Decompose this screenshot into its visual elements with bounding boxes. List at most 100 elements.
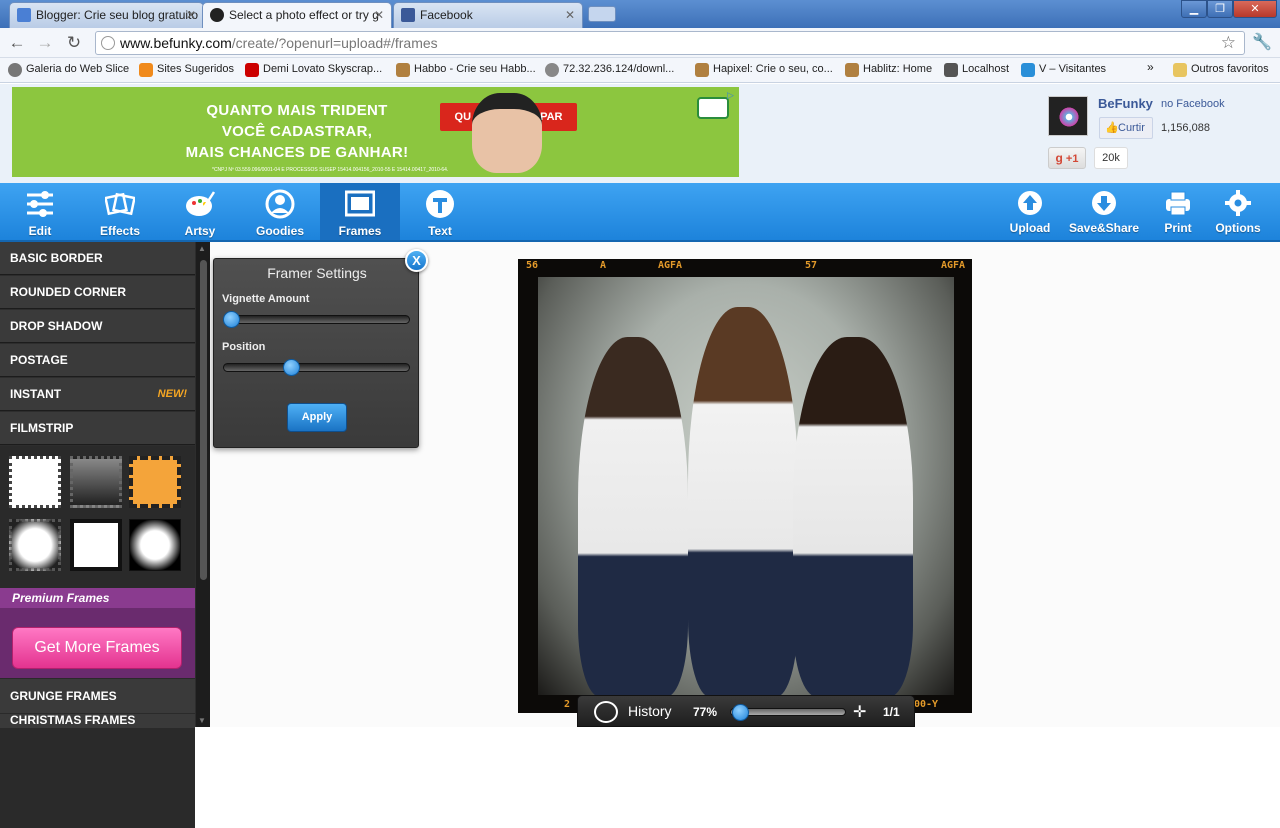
- bookmark-item[interactable]: Hablitz: Home: [845, 63, 932, 77]
- premium-frames-header: Premium Frames: [0, 588, 195, 608]
- more-bookmarks-chevron-icon[interactable]: »: [1147, 60, 1154, 74]
- new-badge: NEW!: [157, 388, 187, 400]
- frame-thumb-vignette[interactable]: [129, 519, 181, 571]
- google-plus-one-button[interactable]: g +1: [1048, 147, 1086, 169]
- history-clock-icon[interactable]: [594, 701, 618, 723]
- frame-thumb-filmstrip[interactable]: [9, 519, 61, 571]
- fb-page-name[interactable]: BeFunky: [1098, 96, 1153, 111]
- tab-close-icon[interactable]: ✕: [565, 3, 575, 27]
- film-edge-text: 57: [805, 260, 818, 271]
- befunky-logo-icon: [1048, 96, 1088, 136]
- forward-arrow-icon[interactable]: →: [34, 32, 56, 54]
- tool-effects[interactable]: Effects: [80, 183, 160, 240]
- photos-stack-icon: [105, 192, 135, 216]
- frame-thumb-black-border[interactable]: [70, 519, 122, 571]
- fb-like-button[interactable]: 👍 Curtir: [1099, 117, 1153, 139]
- bookmark-item[interactable]: V – Visitantes: [1021, 63, 1107, 77]
- frame-thumb-orange[interactable]: [129, 456, 181, 508]
- wrench-menu-icon[interactable]: 🔧: [1252, 32, 1272, 52]
- tool-edit[interactable]: Edit: [0, 183, 80, 240]
- bookmark-label: V – Visitantes: [1039, 63, 1107, 75]
- fb-suffix: no Facebook: [1161, 98, 1225, 110]
- back-arrow-icon[interactable]: ←: [6, 32, 28, 54]
- apply-button[interactable]: Apply: [287, 403, 347, 432]
- film-edge-text: AGFA: [658, 260, 683, 271]
- zoom-slider-knob[interactable]: [731, 704, 749, 721]
- vignette-slider[interactable]: [223, 315, 410, 324]
- maximize-button[interactable]: ❐: [1207, 0, 1233, 18]
- adchoices-icon[interactable]: ▷: [727, 90, 739, 102]
- new-tab-button[interactable]: [588, 6, 616, 22]
- ad-headline: QUANTO MAIS TRIDENT VOCÊ CADASTRAR, MAIS…: [152, 100, 442, 163]
- bookmark-item[interactable]: Demi Lovato Skyscrap...: [245, 63, 383, 77]
- url-input[interactable]: www.befunky.com/create/?openurl=upload#/…: [95, 31, 1245, 55]
- tab-close-icon[interactable]: ✕: [186, 3, 196, 27]
- category-rounded-corner[interactable]: ROUNDED CORNER: [0, 276, 195, 309]
- ad-line: MAIS CHANCES DE GANHAR!: [185, 144, 409, 161]
- tool-label: Upload: [1009, 221, 1051, 235]
- trident-logo-icon: [697, 97, 729, 119]
- page-count: 1/1: [883, 705, 900, 719]
- tab-close-icon[interactable]: ✕: [374, 3, 384, 27]
- scroll-up-icon[interactable]: ▲: [198, 244, 206, 253]
- category-filmstrip[interactable]: FILMSTRIP: [0, 412, 195, 445]
- photo-person-right: [793, 337, 913, 695]
- bookmark-label: Demi Lovato Skyscrap...: [263, 63, 383, 75]
- tool-label: Edit: [28, 224, 52, 238]
- bookmark-item[interactable]: Galeria do Web Slice: [8, 63, 129, 77]
- tab-blogger[interactable]: Blogger: Crie seu blog gratuito ✕: [9, 2, 204, 28]
- scroll-down-icon[interactable]: ▼: [198, 716, 206, 725]
- tool-label: Frames: [338, 224, 382, 238]
- film-edge-text: 56: [526, 260, 539, 271]
- bookmark-item[interactable]: 72.32.236.124/downl...: [545, 63, 674, 77]
- edited-photo[interactable]: 56 A AGFA 57 AGFA 2 00-Y: [518, 259, 972, 713]
- film-edge-text: 00-Y: [914, 699, 939, 710]
- bookmark-item[interactable]: Localhost: [944, 63, 1009, 77]
- frame-thumb-white[interactable]: [9, 456, 61, 508]
- film-edge-text: 2: [564, 699, 571, 710]
- bookmark-item[interactable]: Sites Sugeridos: [139, 63, 234, 77]
- tab-befunky[interactable]: Select a photo effect or try g ✕: [202, 2, 392, 28]
- category-instant[interactable]: INSTANT NEW!: [0, 378, 195, 411]
- position-slider[interactable]: [223, 363, 410, 372]
- like-label: Curtir: [1118, 122, 1145, 134]
- gplus-count: 20k: [1094, 147, 1128, 169]
- category-postage[interactable]: POSTAGE: [0, 344, 195, 377]
- tab-title: Select a photo effect or try g: [229, 8, 379, 22]
- tool-options[interactable]: Options: [1198, 183, 1278, 240]
- other-bookmarks-folder[interactable]: Outros favoritos: [1173, 63, 1269, 77]
- category-drop-shadow[interactable]: DROP SHADOW: [0, 310, 195, 343]
- frame-thumb-gray[interactable]: [70, 456, 122, 508]
- position-slider-knob[interactable]: [282, 359, 300, 376]
- ad-fine-print: *CNPJ Nº 03.559.096/0001-04 E PROCESSOS …: [212, 167, 449, 173]
- befunky-favicon-icon: [210, 8, 224, 22]
- minimize-button[interactable]: ▁: [1181, 0, 1207, 18]
- reload-icon[interactable]: ↻: [63, 32, 85, 54]
- bookmark-item[interactable]: Habbo - Crie seu Habb...: [396, 63, 536, 77]
- sidebar-scrollbar-thumb[interactable]: [200, 260, 207, 580]
- bookmark-item[interactable]: Hapixel: Crie o seu, co...: [695, 63, 833, 77]
- get-more-frames-button[interactable]: Get More Frames: [12, 627, 182, 669]
- tool-goodies[interactable]: Goodies: [240, 183, 320, 240]
- fit-to-screen-icon[interactable]: ✛: [853, 702, 866, 722]
- category-basic-border[interactable]: BASIC BORDER: [0, 242, 195, 275]
- tool-label: Artsy: [184, 224, 216, 238]
- facebook-favicon-icon: [401, 8, 415, 22]
- tool-text[interactable]: Text: [400, 183, 480, 240]
- window-close-button[interactable]: ✕: [1233, 0, 1277, 18]
- trident-banner-ad[interactable]: QUANTO MAIS TRIDENT VOCÊ CADASTRAR, MAIS…: [12, 87, 739, 177]
- category-christmas-frames[interactable]: CHRISTMAS FRAMES: [0, 714, 195, 728]
- tool-upload[interactable]: Upload: [990, 183, 1070, 240]
- tool-save-share[interactable]: Save&Share: [1064, 183, 1144, 240]
- category-grunge-frames[interactable]: GRUNGE FRAMES: [0, 679, 195, 713]
- sliders-icon: [27, 191, 53, 217]
- history-button[interactable]: History: [628, 703, 672, 719]
- tab-facebook[interactable]: Facebook ✕: [393, 2, 583, 28]
- vignette-slider-knob[interactable]: [223, 311, 240, 328]
- get-more-frames-panel: Get More Frames: [0, 608, 195, 678]
- bookmark-star-icon[interactable]: ☆: [1221, 32, 1236, 54]
- tool-artsy[interactable]: Artsy: [160, 183, 240, 240]
- close-panel-icon[interactable]: X: [405, 249, 428, 272]
- tool-frames[interactable]: Frames: [320, 183, 400, 240]
- page-info-icon[interactable]: [101, 36, 115, 50]
